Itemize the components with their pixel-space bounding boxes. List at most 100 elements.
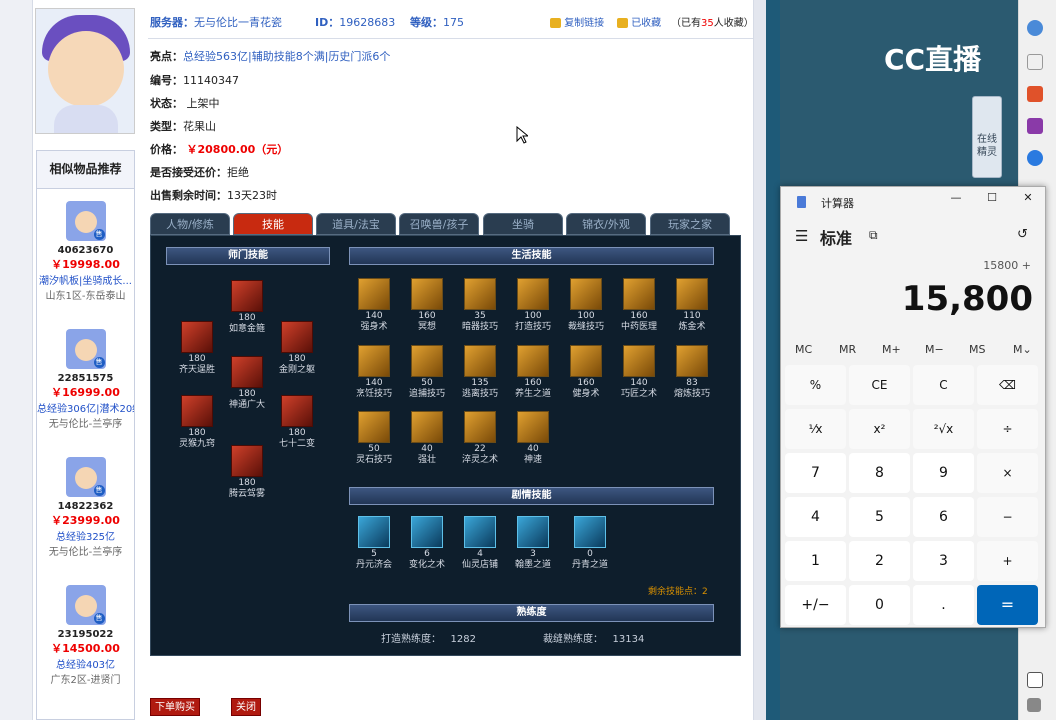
life-skill[interactable]: 140 强身术: [351, 278, 397, 333]
plus-key[interactable]: +: [977, 541, 1038, 581]
memory-store-button[interactable]: MS: [969, 343, 985, 356]
life-skill[interactable]: 40 神速: [510, 411, 556, 466]
office-icon[interactable]: [1027, 150, 1043, 166]
negate-key[interactable]: +/−: [785, 585, 846, 625]
calculator-app-icon: [797, 196, 806, 208]
digit-2-key[interactable]: 2: [849, 541, 910, 581]
life-skill[interactable]: 50 追捕技巧: [404, 345, 450, 400]
minimize-button[interactable]: —: [941, 191, 971, 204]
life-skill[interactable]: 100 裁缝技巧: [563, 278, 609, 333]
skill-icon: [281, 395, 313, 427]
digit-3-key[interactable]: 3: [913, 541, 974, 581]
skill-icon: [411, 278, 443, 310]
school-skill[interactable]: 180 如意金箍: [224, 280, 270, 335]
digit-7-key[interactable]: 7: [785, 453, 846, 493]
cc-logo: CC直播: [884, 43, 982, 76]
memory-recall-button[interactable]: MR: [839, 343, 856, 356]
school-skill[interactable]: 180 灵猴九窍: [174, 395, 220, 450]
toolbox-icon[interactable]: [1027, 86, 1043, 102]
related-items-title: 相似物品推荐: [37, 151, 134, 189]
digit-6-key[interactable]: 6: [913, 497, 974, 537]
memory-clear-button[interactable]: MC: [795, 343, 812, 356]
school-skill[interactable]: 180 七十二变: [274, 395, 320, 450]
plot-skill[interactable]: 5 丹元济会: [351, 516, 397, 571]
digit-1-key[interactable]: 1: [785, 541, 846, 581]
related-item[interactable]: 售 40623670 ￥19998.00 潮汐帆板|坐骑成长... 山东1区-东…: [37, 201, 134, 302]
related-item[interactable]: 售 14822362 ￥23999.00 总经验325亿 无与伦比-兰亭序: [37, 457, 134, 558]
divide-key[interactable]: ÷: [977, 409, 1038, 449]
buy-button[interactable]: 下单购买: [150, 698, 200, 716]
multiply-key[interactable]: ×: [977, 453, 1038, 493]
clear-key[interactable]: C: [913, 365, 974, 405]
plot-skill[interactable]: 3 翰墨之道: [510, 516, 556, 571]
tab-skills[interactable]: 技能: [233, 213, 313, 235]
digit-8-key[interactable]: 8: [849, 453, 910, 493]
digit-5-key[interactable]: 5: [849, 497, 910, 537]
percent-key[interactable]: %: [785, 365, 846, 405]
memory-add-button[interactable]: M+: [882, 343, 901, 356]
backspace-key[interactable]: ⌫: [977, 365, 1038, 405]
screenshot-icon[interactable]: [1027, 672, 1043, 688]
chess-icon[interactable]: [1027, 118, 1043, 134]
reciprocal-key[interactable]: ¹⁄x: [785, 409, 846, 449]
tab-character[interactable]: 人物/修炼: [150, 213, 230, 235]
favorite-button[interactable]: 已收藏: [617, 14, 661, 29]
school-skill[interactable]: 180 齐天逞胜: [174, 321, 220, 376]
desktop-gap: [766, 0, 780, 720]
history-icon[interactable]: ↺: [1017, 227, 1028, 242]
plot-skill[interactable]: 6 变化之术: [404, 516, 450, 571]
settings-icon[interactable]: [1027, 698, 1041, 712]
life-skill[interactable]: 160 健身术: [563, 345, 609, 400]
life-skill[interactable]: 160 冥想: [404, 278, 450, 333]
life-skill[interactable]: 100 打造技巧: [510, 278, 556, 333]
minus-key[interactable]: −: [977, 497, 1038, 537]
digit-9-key[interactable]: 9: [913, 453, 974, 493]
life-skill[interactable]: 135 逃离技巧: [457, 345, 503, 400]
life-skill[interactable]: 140 巧匠之术: [616, 345, 662, 400]
life-skill[interactable]: 110 炼金术: [669, 278, 715, 333]
square-key[interactable]: x²: [849, 409, 910, 449]
copilot-icon[interactable]: [1027, 54, 1043, 70]
plot-skills-header: 剧情技能: [349, 487, 714, 505]
life-skill[interactable]: 140 烹饪技巧: [351, 345, 397, 400]
window-close-button[interactable]: ✕: [1013, 191, 1043, 204]
memory-subtract-button[interactable]: M−: [925, 343, 944, 356]
skill-icon: [411, 411, 443, 443]
school-skill[interactable]: 180 腾云驾雾: [224, 445, 270, 500]
life-skill[interactable]: 160 中药医理: [616, 278, 662, 333]
skill-icon: [231, 356, 263, 388]
related-item[interactable]: 售 23195022 ￥14500.00 总经验403亿 广东2区-进贤门: [37, 585, 134, 686]
copy-link-button[interactable]: 复制链接: [550, 14, 604, 29]
life-skill[interactable]: 40 强壮: [404, 411, 450, 466]
life-skill[interactable]: 160 养生之道: [510, 345, 556, 400]
maximize-button[interactable]: ☐: [977, 191, 1007, 204]
search-icon[interactable]: [1027, 20, 1043, 36]
equals-key[interactable]: =: [977, 585, 1038, 625]
clear-entry-key[interactable]: CE: [849, 365, 910, 405]
keep-on-top-icon[interactable]: ⧉: [869, 228, 878, 243]
skill-icon: [358, 345, 390, 377]
square-root-key[interactable]: ²√x: [913, 409, 974, 449]
life-skill[interactable]: 83 熔炼技巧: [669, 345, 715, 400]
hamburger-menu-icon[interactable]: ☰: [795, 227, 808, 245]
life-skill[interactable]: 50 灵石技巧: [351, 411, 397, 466]
school-skill[interactable]: 180 神通广大: [224, 356, 270, 411]
tab-player-home[interactable]: 玩家之家: [650, 213, 730, 235]
memory-list-button[interactable]: M⌄: [1013, 343, 1032, 356]
school-skill[interactable]: 180 金刚之躯: [274, 321, 320, 376]
tab-pets[interactable]: 召唤兽/孩子: [399, 213, 479, 235]
tab-items[interactable]: 道具/法宝: [316, 213, 396, 235]
skill-icon: [358, 516, 390, 548]
plot-skill[interactable]: 0 丹青之道: [567, 516, 613, 571]
related-item[interactable]: 售 22851575 ￥16999.00 总经验306亿|潜术20级 无与伦比-…: [37, 329, 134, 430]
life-skill[interactable]: 35 暗器技巧: [457, 278, 503, 333]
life-skill[interactable]: 22 淬灵之术: [457, 411, 503, 466]
digit-4-key[interactable]: 4: [785, 497, 846, 537]
plot-skill[interactable]: 4 仙灵店铺: [457, 516, 503, 571]
tab-outfits[interactable]: 锦衣/外观: [566, 213, 646, 235]
decimal-key[interactable]: .: [913, 585, 974, 625]
digit-0-key[interactable]: 0: [849, 585, 910, 625]
online-elf-widget[interactable]: 在线精灵: [972, 96, 1002, 178]
tab-mounts[interactable]: 坐骑: [483, 213, 563, 235]
close-button[interactable]: 关闭: [231, 698, 261, 716]
